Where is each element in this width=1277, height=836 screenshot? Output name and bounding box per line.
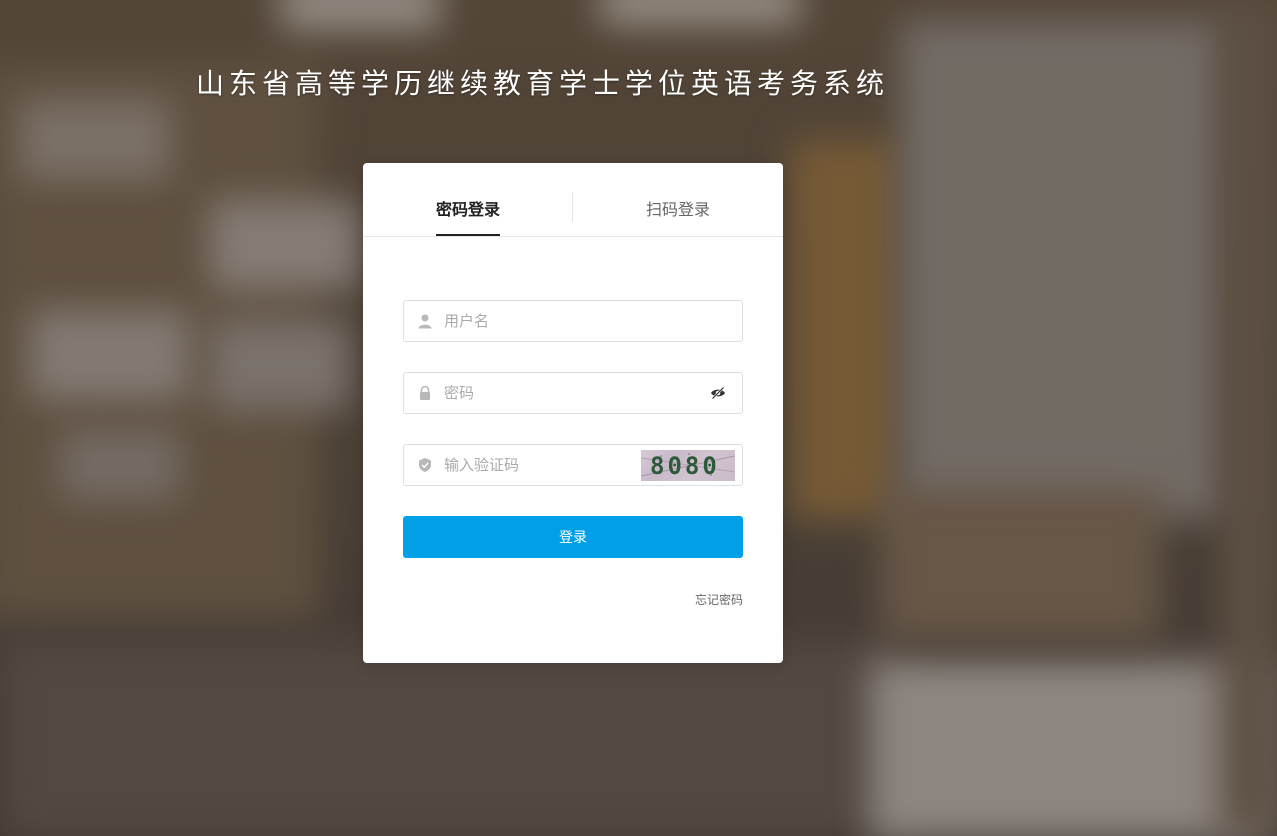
captcha-field: 8080 bbox=[403, 444, 743, 486]
login-card: 密码登录 扫码登录 用户名 输入验证码 8080 登录 忘记密码 bbox=[363, 163, 783, 663]
lock-icon bbox=[420, 385, 430, 400]
page-title: 山东省高等学历继续教育学士学位英语考务系统 bbox=[196, 67, 890, 100]
captcha-code: 8080 bbox=[650, 452, 720, 480]
eye-slash-icon[interactable] bbox=[710, 386, 726, 400]
forgot-password-link[interactable]: 忘记密码 bbox=[695, 591, 743, 608]
username-field bbox=[403, 300, 743, 342]
tab-qrcode-login[interactable]: 扫码登录 bbox=[646, 196, 710, 220]
login-tabs: 密码登录 扫码登录 bbox=[363, 163, 783, 237]
active-tab-indicator bbox=[436, 234, 500, 236]
tab-divider bbox=[572, 192, 573, 222]
login-button[interactable]: 登录 bbox=[403, 516, 743, 558]
user-icon bbox=[418, 314, 432, 329]
captcha-image[interactable]: 8080 bbox=[641, 450, 735, 481]
tab-password-login[interactable]: 密码登录 bbox=[436, 196, 500, 220]
password-input[interactable] bbox=[444, 373, 684, 413]
username-input[interactable] bbox=[444, 301, 684, 341]
password-field bbox=[403, 372, 743, 414]
shield-icon bbox=[419, 458, 431, 472]
